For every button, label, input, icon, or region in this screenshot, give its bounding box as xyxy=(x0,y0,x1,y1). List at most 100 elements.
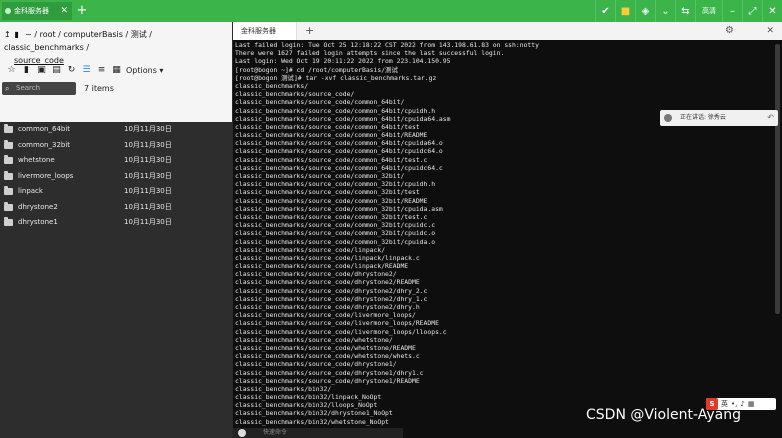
terminal-output[interactable]: Last failed login: Tue Oct 25 12:18:22 C… xyxy=(235,41,771,429)
folder-icon xyxy=(4,186,13,195)
file-name: common_32bit xyxy=(18,140,71,149)
terminal-line: classic_benchmarks/source_code/livermore… xyxy=(235,327,447,336)
terminal-line: classic_benchmarks/ xyxy=(235,81,309,90)
new-tab-button[interactable]: + xyxy=(74,2,90,20)
terminal-line: classic_benchmarks/source_code/linpack/ xyxy=(235,245,386,254)
check-icon[interactable]: ✔ xyxy=(595,0,615,22)
folder-icon xyxy=(4,170,13,180)
terminal-line: classic_benchmarks/source_code/livermore… xyxy=(235,311,416,320)
voice-notification[interactable]: 正在讲话: 徐秀云 ↶ xyxy=(660,110,778,126)
upload-icon[interactable]: ▤ xyxy=(49,65,64,75)
search-input[interactable]: ⌕ Search xyxy=(2,82,76,95)
notification-text: 正在讲话: 徐秀云 xyxy=(680,114,726,121)
search-icon: ⌕ xyxy=(5,84,10,93)
quick-command-placeholder: 快速命令 xyxy=(263,429,288,436)
star-icon[interactable]: ☆ xyxy=(4,65,19,75)
share-icon[interactable]: ◈ xyxy=(635,0,655,22)
file-name: livermore_loops xyxy=(18,171,74,180)
terminal-tab[interactable]: 金科服务器 xyxy=(233,22,297,40)
new-folder-icon[interactable]: ▣ xyxy=(34,65,49,75)
file-row[interactable]: whetstone 10月11月30日 xyxy=(0,153,232,168)
list-view-icon[interactable]: ☰ xyxy=(79,65,94,75)
options-label: Options xyxy=(126,65,157,75)
refresh-icon[interactable]: ↻ xyxy=(64,65,79,75)
breadcrumb: ↥ ▮ ~ / root / computerBasis / 测试 / clas… xyxy=(0,22,232,65)
folder-icon xyxy=(4,201,13,211)
close-icon[interactable]: ✕ xyxy=(766,22,774,40)
terminal-line: classic_benchmarks/source_code/common_32… xyxy=(235,180,436,189)
fullscreen-icon[interactable]: ⤢ xyxy=(742,0,762,22)
file-name: linpack xyxy=(18,187,43,195)
terminal-tabs: 金科服务器 + ⚙ ✕ xyxy=(233,22,782,40)
item-count: 7 items xyxy=(84,84,114,93)
watermark: CSDN @Violent-Ayang xyxy=(586,407,741,423)
terminal-line: There were 1627 failed login attempts si… xyxy=(235,49,505,58)
toggle-icon[interactable] xyxy=(238,429,246,437)
terminal-scrollbar[interactable] xyxy=(775,44,780,314)
expand-icon[interactable]: ↶ xyxy=(767,110,774,126)
close-tab-icon[interactable]: ✕ xyxy=(60,2,68,20)
terminal-line: classic_benchmarks/source_code/dhrystone… xyxy=(235,376,420,385)
swap-icon[interactable]: ⇆ xyxy=(675,0,695,22)
terminal-line: classic_benchmarks/source_code/dhrystone… xyxy=(235,278,420,287)
file-row[interactable]: dhrystone2 10月11月30日 xyxy=(0,200,232,215)
bookmark-icon[interactable]: ▮ xyxy=(19,65,34,75)
file-row[interactable]: common_32bit 10月11月30日 xyxy=(0,138,232,153)
terminal-line: classic_benchmarks/bin32/linpack_NoOpt xyxy=(235,393,382,402)
up-icon[interactable]: ↥ xyxy=(4,28,12,41)
app-window: 金科服务器 ✕ + ✔ ■ ◈ ⌄ ⇆ 高清 – ⤢ ✕ ↥ ▮ ~ / roo… xyxy=(0,0,782,438)
breadcrumb-path[interactable]: ~ / root / computerBasis / 测试 / classic_… xyxy=(4,30,152,52)
terminal-line: classic_benchmarks/source_code/whetstone… xyxy=(235,352,420,361)
mic-icon[interactable]: ♪ xyxy=(740,400,744,408)
file-name: whetstone xyxy=(18,156,55,164)
options-menu[interactable]: Options ▾ xyxy=(126,66,163,75)
terminal-line: classic_benchmarks/source_code/whetstone… xyxy=(235,343,416,352)
terminal-line: classic_benchmarks/source_code/dhrystone… xyxy=(235,368,424,377)
folder-icon xyxy=(4,124,13,133)
file-name: common_64bit xyxy=(18,125,71,133)
terminal-line: classic_benchmarks/source_code/common_32… xyxy=(235,212,428,221)
folder-icon: ▮ xyxy=(14,30,19,39)
file-date: 10月11月30日 xyxy=(124,125,172,133)
gear-icon[interactable]: ⚙ xyxy=(725,22,734,40)
terminal-line: classic_benchmarks/source_code/common_64… xyxy=(235,139,443,148)
terminal-line: classic_benchmarks/source_code/common_32… xyxy=(235,237,436,246)
close-window-icon[interactable]: ✕ xyxy=(762,0,782,22)
file-row[interactable]: livermore_loops 10月11月30日 xyxy=(0,169,232,184)
minimize-icon[interactable]: – xyxy=(722,0,742,22)
terminal-line: classic_benchmarks/source_code/common_32… xyxy=(235,229,436,238)
file-list: common_64bit 10月11月30日 common_32bit 10月11月3… xyxy=(0,122,232,438)
file-date: 10月11月30日 xyxy=(124,187,172,195)
file-toolbar: ☆ ▮ ▣ ▤ ↻ ☰ ≡ ▦ Options ▾ xyxy=(0,62,232,78)
terminal-line: classic_benchmarks/source_code/dhrystone… xyxy=(235,303,420,311)
folder-icon xyxy=(4,139,13,149)
detail-view-icon[interactable]: ≡ xyxy=(94,65,109,75)
chevron-down-icon[interactable]: ⌄ xyxy=(655,0,675,22)
terminal-line: classic_benchmarks/source_code/common_64… xyxy=(235,98,405,107)
session-tab[interactable]: 金科服务器 ✕ xyxy=(2,2,72,20)
avatar xyxy=(664,114,672,122)
folder-icon xyxy=(4,155,13,164)
terminal-line: [root@bogon ~]# cd /root/computerBasis/测… xyxy=(235,65,398,74)
file-browser-panel: ↥ ▮ ~ / root / computerBasis / 测试 / clas… xyxy=(0,22,232,438)
search-row: ⌕ Search 7 items xyxy=(0,80,232,96)
terminal-line: classic_benchmarks/source_code/common_64… xyxy=(235,131,428,140)
new-terminal-button[interactable]: + xyxy=(305,22,314,40)
file-date: 10月11月30日 xyxy=(124,171,172,180)
session-tab-label: 金科服务器 xyxy=(14,7,49,15)
terminal-line: classic_benchmarks/source_code/common_32… xyxy=(235,188,420,197)
terminal-line: classic_benchmarks/source_code/common_64… xyxy=(235,155,428,164)
quick-command-input[interactable]: 快速命令 xyxy=(233,428,403,438)
file-name: dhrystone1 xyxy=(18,218,58,226)
file-row[interactable]: dhrystone1 10月11月30日 xyxy=(0,215,232,230)
file-row[interactable]: linpack 10月11月30日 xyxy=(0,184,232,199)
terminal-line: classic_benchmarks/source_code/common_32… xyxy=(235,196,428,205)
gift-icon[interactable]: ■ xyxy=(615,0,635,22)
quality-label[interactable]: 高清 xyxy=(695,0,722,22)
file-name: dhrystone2 xyxy=(18,202,58,211)
terminal-line: [root@bogon 测试]# tar -xvf classic_benchm… xyxy=(235,73,437,82)
terminal-line: classic_benchmarks/bin32/ xyxy=(235,384,332,393)
grid-view-icon[interactable]: ▦ xyxy=(109,65,124,75)
keyboard-icon[interactable]: ▦ xyxy=(748,400,755,408)
file-row[interactable]: common_64bit 10月11月30日 xyxy=(0,122,232,137)
